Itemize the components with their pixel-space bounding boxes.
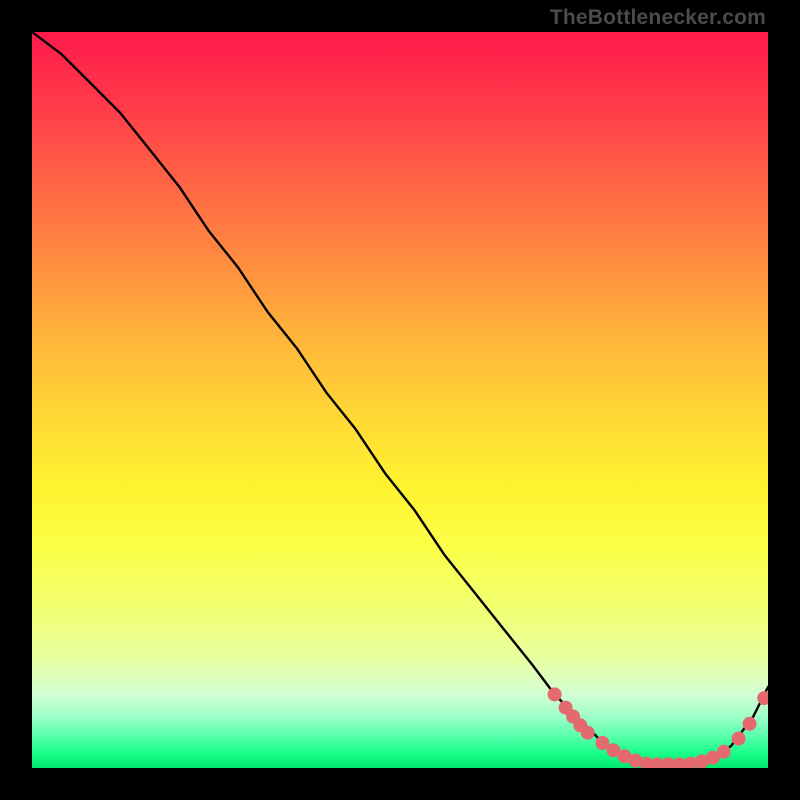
data-marker [732,732,746,746]
chart-svg [32,32,768,768]
plot-area [32,32,768,768]
marker-group [548,687,768,768]
bottleneck-curve [32,32,768,764]
data-marker [548,687,562,701]
chart-frame: TheBottlenecker.com [0,0,800,800]
data-marker [743,717,757,731]
data-marker [717,745,731,759]
watermark-text: TheBottlenecker.com [550,6,766,30]
data-marker [581,726,595,740]
